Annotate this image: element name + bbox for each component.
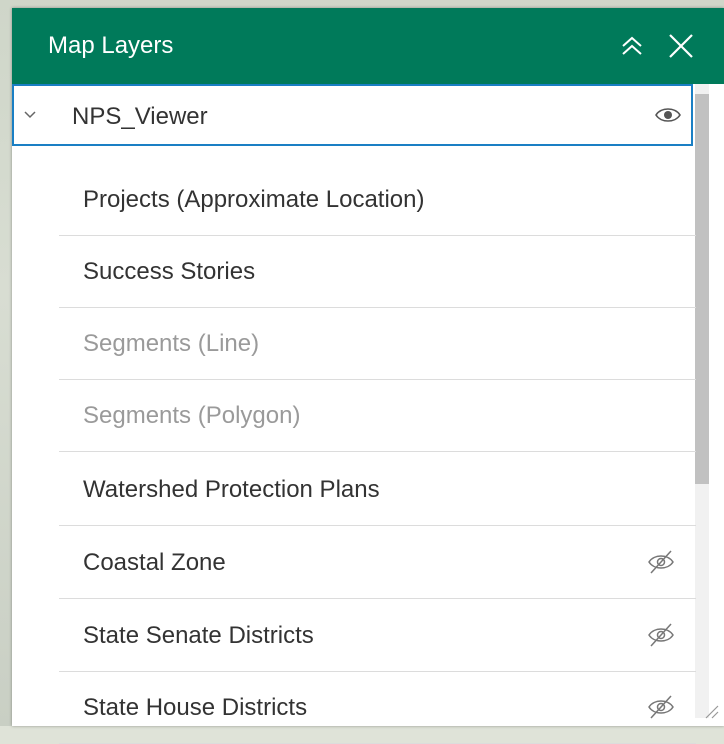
- panel-title: Map Layers: [48, 32, 174, 59]
- scrollbar-thumb[interactable]: [695, 94, 709, 484]
- layer-label: State Senate Districts: [83, 622, 314, 649]
- eye-icon[interactable]: [654, 105, 682, 125]
- collapse-button[interactable]: [614, 28, 650, 64]
- resize-handle-icon[interactable]: [700, 700, 720, 720]
- layer-group-label: NPS_Viewer: [72, 103, 208, 130]
- layer-label: State House Districts: [83, 694, 308, 721]
- double-chevron-up-icon: [622, 36, 642, 55]
- layer-label: Segments (Polygon): [83, 402, 301, 429]
- layer-item[interactable]: Success Stories: [59, 236, 696, 308]
- eye-off-icon[interactable]: [647, 622, 675, 648]
- layer-item[interactable]: Projects (Approximate Location): [59, 164, 696, 236]
- layer-label: Projects (Approximate Location): [83, 186, 425, 213]
- layer-item[interactable]: State House Districts: [59, 672, 696, 744]
- layer-item[interactable]: State Senate Districts: [59, 600, 696, 672]
- layer-label: Coastal Zone: [83, 549, 226, 576]
- layer-label: Segments (Line): [83, 330, 260, 357]
- eye-off-icon[interactable]: [647, 694, 675, 720]
- chevron-down-icon[interactable]: [23, 108, 37, 122]
- layer-group-nps-viewer[interactable]: NPS_Viewer: [12, 84, 693, 146]
- layer-item[interactable]: Segments (Polygon): [59, 380, 696, 452]
- close-button[interactable]: [663, 28, 699, 64]
- layer-item[interactable]: Coastal Zone: [59, 527, 696, 599]
- layer-item[interactable]: Watershed Protection Plans: [59, 454, 696, 526]
- close-icon: [669, 34, 693, 58]
- layer-item[interactable]: Segments (Line): [59, 308, 696, 380]
- layer-label: Success Stories: [83, 258, 256, 285]
- eye-off-icon[interactable]: [647, 549, 675, 575]
- panel-header: Map Layers: [12, 8, 724, 84]
- layer-label: Watershed Protection Plans: [83, 476, 380, 503]
